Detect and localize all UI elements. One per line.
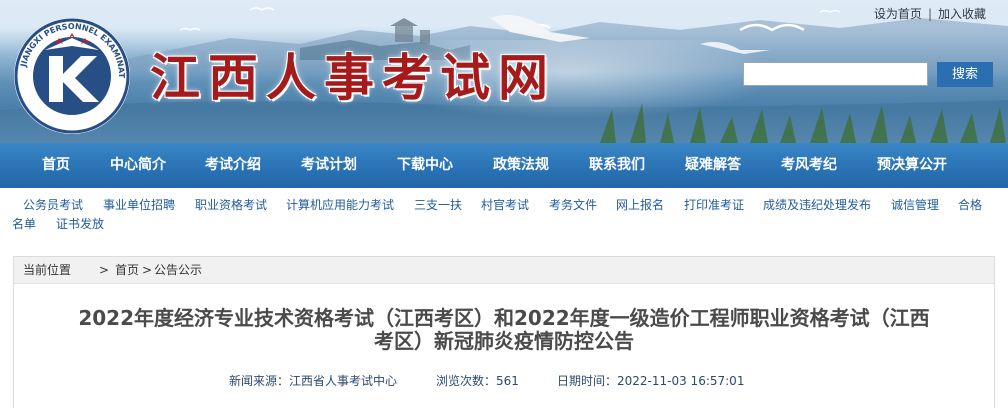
article-title-line-1: 2022年度经济专业技术资格考试（江西考区）和2022年度一级造价工程师职业资格… — [78, 306, 930, 330]
article-date: 日期时间：2022-11-03 16:57:01 — [557, 374, 745, 388]
page: JIANGXI PERSONNEL EXAMINATION CENTER 江西人… — [0, 0, 1008, 408]
top-links: 设为首页 | 加入收藏 — [874, 5, 986, 22]
search-button[interactable]: 搜索 — [937, 62, 993, 87]
nav-budget-disclosure[interactable]: 预决算公开 — [877, 143, 947, 188]
sub-nav: 公务员考试 事业单位招聘 职业资格考试 计算机应用能力考试 三支一扶 村官考试 … — [0, 188, 1008, 242]
subnav-qualified-list[interactable]: 合格 — [958, 197, 982, 213]
article-container: 当前位置 > 首页 > 公告公示 2022年度经济专业技术资格考试（江西考区）和… — [13, 256, 995, 408]
subnav-village-official[interactable]: 村官考试 — [481, 197, 529, 213]
subnav-integrity-management[interactable]: 诚信管理 — [891, 197, 939, 213]
nav-exam-intro[interactable]: 考试介绍 — [205, 143, 261, 188]
nav-center-intro[interactable]: 中心简介 — [110, 143, 166, 188]
site-title: 江西人事考试网 — [150, 48, 556, 107]
nav-download-center[interactable]: 下载中心 — [397, 143, 453, 188]
article-title: 2022年度经济专业技术资格考试（江西考区）和2022年度一级造价工程师职业资格… — [14, 307, 994, 353]
subnav-certificate-issuance[interactable]: 证书发放 — [56, 216, 104, 232]
subnav-sanzhiyifu[interactable]: 三支一扶 — [414, 197, 462, 213]
breadcrumb-arrow: > — [142, 263, 153, 277]
nav-faq[interactable]: 疑难解答 — [685, 143, 741, 188]
subnav-exam-documents[interactable]: 考务文件 — [549, 197, 597, 213]
subnav-professional-qualification[interactable]: 职业资格考试 — [195, 197, 267, 213]
article-title-line-2: 考区）新冠肺炎疫情防控公告 — [374, 329, 634, 353]
subnav-print-admission[interactable]: 打印准考证 — [684, 197, 744, 213]
breadcrumb: 当前位置 > 首页 > 公告公示 — [14, 257, 994, 284]
search-input[interactable] — [743, 62, 928, 86]
breadcrumb-home-link[interactable]: 首页 — [115, 257, 139, 284]
nav-home[interactable]: 首页 — [42, 143, 70, 188]
set-home-link[interactable]: 设为首页 — [874, 7, 922, 21]
nav-policies[interactable]: 政策法规 — [493, 143, 549, 188]
breadcrumb-label: 当前位置 — [23, 263, 72, 277]
nav-contact-us[interactable]: 联系我们 — [589, 143, 645, 188]
header-banner: JIANGXI PERSONNEL EXAMINATION CENTER 江西人… — [0, 0, 1008, 143]
subnav-qualified-list-wrap[interactable]: 名单 — [12, 216, 36, 232]
nav-exam-plan[interactable]: 考试计划 — [301, 143, 357, 188]
breadcrumb-arrow: > — [99, 263, 110, 277]
main-nav: 首页 中心简介 考试介绍 考试计划 下载中心 政策法规 联系我们 疑难解答 考风… — [0, 143, 1008, 188]
subnav-results-release[interactable]: 成绩及违纪处理发布 — [763, 197, 871, 213]
center-logo: JIANGXI PERSONNEL EXAMINATION CENTER — [11, 16, 130, 134]
top-links-separator: | — [927, 7, 932, 21]
subnav-public-institution[interactable]: 事业单位招聘 — [103, 197, 175, 213]
subnav-civil-servant[interactable]: 公务员考试 — [23, 197, 83, 213]
article-views: 浏览次数：561 — [436, 374, 519, 388]
nav-exam-discipline[interactable]: 考风考纪 — [781, 143, 837, 188]
article-source: 新闻来源：江西省人事考试中心 — [229, 374, 398, 388]
add-favorite-link[interactable]: 加入收藏 — [938, 7, 986, 21]
breadcrumb-section-link[interactable]: 公告公示 — [154, 257, 202, 284]
subnav-online-registration[interactable]: 网上报名 — [616, 197, 664, 213]
subnav-computer-skills[interactable]: 计算机应用能力考试 — [286, 197, 394, 213]
